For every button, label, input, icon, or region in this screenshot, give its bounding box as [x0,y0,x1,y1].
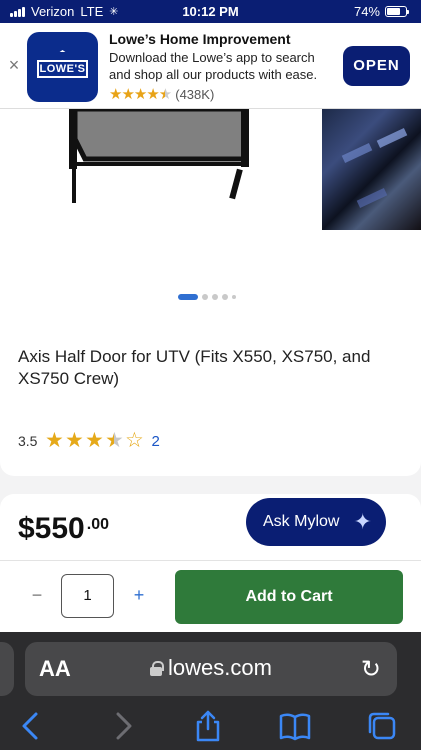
battery-fill [387,8,401,15]
quantity-decrement-button[interactable]: − [28,585,46,605]
product-rating[interactable]: 3.5 ★ ★ ★ ★ ☆ 2 [18,429,160,452]
lowes-logo: LOWE'S [37,60,88,78]
banner-rating-count: (438K) [175,86,215,102]
rating-value: 3.5 [18,433,38,449]
banner-title: Lowe’s Home Improvement [109,31,291,47]
product-image[interactable] [55,109,265,209]
star-icon: ★ [45,429,64,452]
price-cents: .00 [86,516,109,533]
star-rating: ★ ★ ★ ★ ☆ [44,429,144,452]
star-icon: ★ [105,429,124,452]
price-card: $550.00 Ask Mylow ✦ [0,494,421,564]
ask-mylow-label: Ask Mylow [263,513,340,530]
banner-rating: ★★★★★ (438K) [109,85,339,103]
url-display[interactable]: lowes.com [25,655,397,681]
carousel-dot[interactable] [222,294,228,300]
star-icon: ★ [85,429,104,452]
product-title: Axis Half Door for UTV (Fits X550, XS750… [18,347,371,388]
previous-tab-peek[interactable] [0,642,14,696]
carousel-dot[interactable] [202,294,208,300]
lock-icon [150,661,165,676]
price-dollars: $550 [18,512,85,545]
product-card: Axis Half Door for UTV (Fits X550, XS750… [0,109,421,476]
sparkle-icon: ✦ [353,509,372,534]
star-icon: ★ [65,429,84,452]
back-icon[interactable] [14,708,50,744]
review-count-link[interactable]: 2 [151,433,159,450]
price: $550.00 [18,512,109,546]
reload-icon[interactable]: ↻ [361,655,381,684]
carousel-dots[interactable] [178,294,236,300]
product-thumbnail[interactable] [322,109,421,230]
browser-chrome: AA lowes.com ↻ [0,632,421,750]
battery-percent: 74% [353,4,380,19]
ask-mylow-button[interactable]: Ask Mylow ✦ [246,498,386,546]
star-icon: ☆ [125,429,144,452]
add-to-cart-button[interactable]: Add to Cart [175,570,403,624]
quantity-input[interactable]: 1 [61,574,114,618]
close-icon[interactable]: × [6,56,22,74]
star-rating-icon: ★★★★★ [109,86,172,103]
add-to-cart-bar: − 1 + Add to Cart [0,560,421,632]
banner-text: Lowe’s Home Improvement Download the Low… [109,31,339,103]
browser-toolbar [0,704,421,748]
lowes-app-icon: LOWE'S [27,32,98,102]
battery-icon [385,6,409,17]
tabs-icon[interactable] [364,708,400,744]
carousel-dot[interactable] [232,295,236,299]
carousel-dot[interactable] [178,294,198,300]
banner-subtitle: Download the Lowe’s app to search and sh… [109,50,318,82]
address-bar[interactable]: AA lowes.com ↻ [25,642,397,696]
open-app-button[interactable]: OPEN [343,46,410,86]
url-text: lowes.com [168,655,272,680]
forward-icon[interactable] [104,708,140,744]
status-right: 74% [353,4,409,19]
quantity-increment-button[interactable]: + [130,585,148,605]
status-bar: Verizon LTE ✳ 10:12 PM 74% [0,0,421,23]
carousel-dot[interactable] [212,294,218,300]
bookmarks-icon[interactable] [277,708,313,744]
share-icon[interactable] [190,708,226,744]
app-banner: × LOWE'S Lowe’s Home Improvement Downloa… [0,23,421,109]
